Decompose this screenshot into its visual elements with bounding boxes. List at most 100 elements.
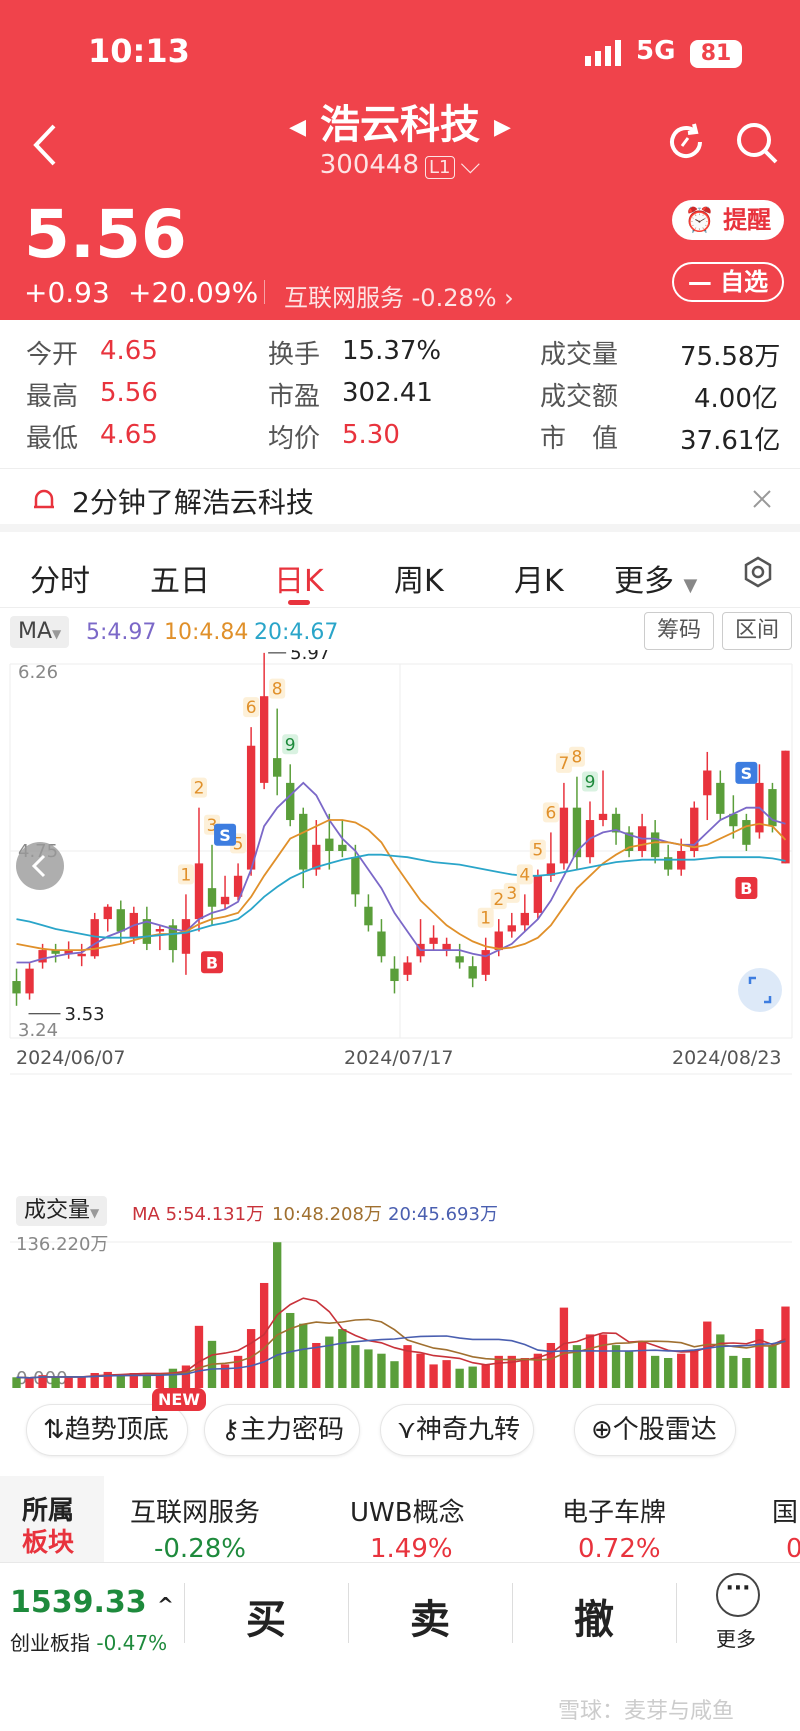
volume-bar bbox=[637, 1340, 647, 1388]
divider bbox=[184, 1583, 185, 1643]
stat-value: 302.41 bbox=[342, 378, 433, 408]
low-label: 3.53 bbox=[65, 1004, 105, 1025]
tab-more[interactable]: 更多 ▼ bbox=[614, 556, 697, 600]
sector-link[interactable]: 互联网服务 -0.28% › bbox=[284, 278, 514, 313]
radar-button[interactable]: ⊕个股雷达 bbox=[574, 1404, 736, 1456]
vol-max-label: 136.220万 bbox=[16, 1234, 108, 1255]
volume-bar bbox=[703, 1321, 712, 1388]
date-label: 2024/08/23 bbox=[672, 1047, 782, 1069]
stat-value: 5.56 bbox=[100, 378, 158, 408]
range-button[interactable]: 区间 bbox=[722, 612, 792, 650]
volume-chart: 136.220万0.000 bbox=[10, 1234, 792, 1389]
ma20-value: 20:4.67 bbox=[254, 620, 339, 645]
signal-number: 8 bbox=[572, 748, 583, 768]
settings-icon[interactable] bbox=[742, 556, 774, 588]
signal-number: 2 bbox=[493, 890, 504, 910]
remind-button[interactable]: ⏰ 提醒 bbox=[672, 200, 784, 240]
next-stock-icon[interactable]: ▶ bbox=[494, 115, 511, 140]
candle-body bbox=[403, 962, 412, 975]
ma10-value: 10:4.84 bbox=[164, 620, 249, 645]
candle-body bbox=[716, 782, 725, 814]
candle-body bbox=[194, 863, 204, 920]
tool-label: 趋势顶底 bbox=[64, 1415, 169, 1445]
watchlist-button[interactable]: — 自选 bbox=[672, 262, 784, 302]
volume-label: 成交量 bbox=[24, 1198, 91, 1223]
stat-value: 4.65 bbox=[100, 420, 158, 450]
stat-label: 换手 bbox=[268, 340, 321, 370]
learn-banner[interactable]: 2分钟了解浩云科技 bbox=[0, 468, 800, 532]
high-label: 5.97 bbox=[290, 650, 330, 664]
y-tick-label: 3.24 bbox=[18, 1020, 58, 1041]
signal-number: 9 bbox=[285, 735, 296, 755]
stat-value: 4.00亿 bbox=[694, 384, 778, 414]
volume-bar bbox=[442, 1360, 451, 1388]
candle-body bbox=[246, 745, 256, 870]
tab-daily-k[interactable]: 日K bbox=[274, 556, 324, 600]
candle-body bbox=[468, 966, 477, 979]
more-icon[interactable]: ··· bbox=[716, 1573, 760, 1617]
dropdown-icon: ▼ bbox=[683, 575, 698, 596]
signal-number: 7 bbox=[559, 754, 570, 774]
candle-body bbox=[520, 912, 529, 926]
nine-turn-button[interactable]: ⋎神奇九转 bbox=[380, 1404, 534, 1456]
volume-selector[interactable]: 成交量▼ bbox=[16, 1196, 108, 1226]
stat-label: 最高 bbox=[26, 382, 79, 412]
candle-body bbox=[207, 888, 217, 907]
plate-name[interactable]: UWB概念 bbox=[350, 1492, 465, 1529]
buy-button[interactable]: 买 bbox=[246, 1587, 286, 1645]
chips-button[interactable]: 筹码 bbox=[644, 612, 714, 650]
plate-name[interactable]: 电子车牌 bbox=[562, 1492, 666, 1529]
plate-name[interactable]: 互联网服务 bbox=[130, 1492, 260, 1529]
sector-plates: 所属 板块 互联网服务 -0.28% UWB概念 1.49% 电子车牌 0.72… bbox=[0, 1476, 800, 1566]
sector-pct: -0.28% bbox=[411, 284, 497, 312]
divider bbox=[512, 1583, 513, 1643]
remind-label: 提醒 bbox=[723, 206, 772, 234]
stat-label: 最低 bbox=[26, 424, 79, 454]
fullscreen-button[interactable] bbox=[738, 968, 782, 1012]
volume-bar bbox=[729, 1355, 738, 1388]
ma5-value: 5:4.97 bbox=[86, 620, 157, 645]
volume-bar bbox=[768, 1345, 777, 1388]
current-price: 5.56 bbox=[24, 196, 187, 273]
candle-body bbox=[12, 981, 21, 994]
tab-monthly-k[interactable]: 月K bbox=[514, 556, 564, 600]
more-label[interactable]: 更多 bbox=[716, 1623, 756, 1652]
trend-top-bottom-button[interactable]: ⇅趋势顶底 bbox=[26, 1404, 188, 1456]
volume-bar bbox=[64, 1376, 73, 1388]
signal-number: 6 bbox=[545, 803, 556, 823]
sell-button[interactable]: 卖 bbox=[410, 1587, 450, 1645]
cancel-order-button[interactable]: 撤 bbox=[574, 1587, 614, 1645]
candle-body bbox=[90, 919, 99, 957]
main-code-button[interactable]: ⚷主力密码 bbox=[204, 1404, 360, 1456]
divider bbox=[348, 1583, 349, 1643]
chevron-down-icon: ⌵ bbox=[460, 150, 481, 180]
candle-body bbox=[390, 968, 399, 982]
tab-intraday[interactable]: 分时 bbox=[30, 556, 90, 600]
close-icon[interactable] bbox=[752, 489, 772, 509]
watch-label: 自选 bbox=[720, 268, 769, 296]
tab-five-day[interactable]: 五日 bbox=[150, 556, 210, 600]
index-value[interactable]: 1539.33 ^ bbox=[10, 1585, 174, 1620]
volume-bar bbox=[429, 1364, 438, 1388]
search-icon[interactable] bbox=[734, 120, 780, 166]
ma-selector[interactable]: MA▼ bbox=[10, 616, 70, 648]
vol-ma5: MA 5:54.131万 bbox=[132, 1204, 265, 1225]
prev-stock-icon[interactable]: ◀ bbox=[289, 115, 306, 140]
signal-number: 9 bbox=[585, 772, 596, 792]
stat-label: 成交额 bbox=[540, 382, 619, 412]
chevron-up-icon: ^ bbox=[157, 1593, 174, 1617]
volume-bar bbox=[12, 1377, 21, 1388]
signal-number: 6 bbox=[246, 698, 257, 718]
candle-body bbox=[181, 919, 191, 954]
refresh-icon[interactable] bbox=[664, 120, 708, 164]
plate-name[interactable]: 国 bbox=[772, 1492, 798, 1529]
stock-name-text: 浩云科技 bbox=[320, 102, 480, 148]
chart-left-button[interactable] bbox=[16, 842, 64, 890]
tab-weekly-k[interactable]: 周K bbox=[394, 556, 444, 600]
candle-body bbox=[273, 758, 282, 777]
candle-body bbox=[77, 953, 86, 957]
tab-more-label: 更多 bbox=[614, 564, 674, 599]
volume-bar bbox=[598, 1334, 608, 1388]
kline-chart[interactable]: 6.264.753.245.973.5312356789123456789SBS… bbox=[0, 650, 800, 1190]
volume-bar bbox=[585, 1334, 595, 1388]
